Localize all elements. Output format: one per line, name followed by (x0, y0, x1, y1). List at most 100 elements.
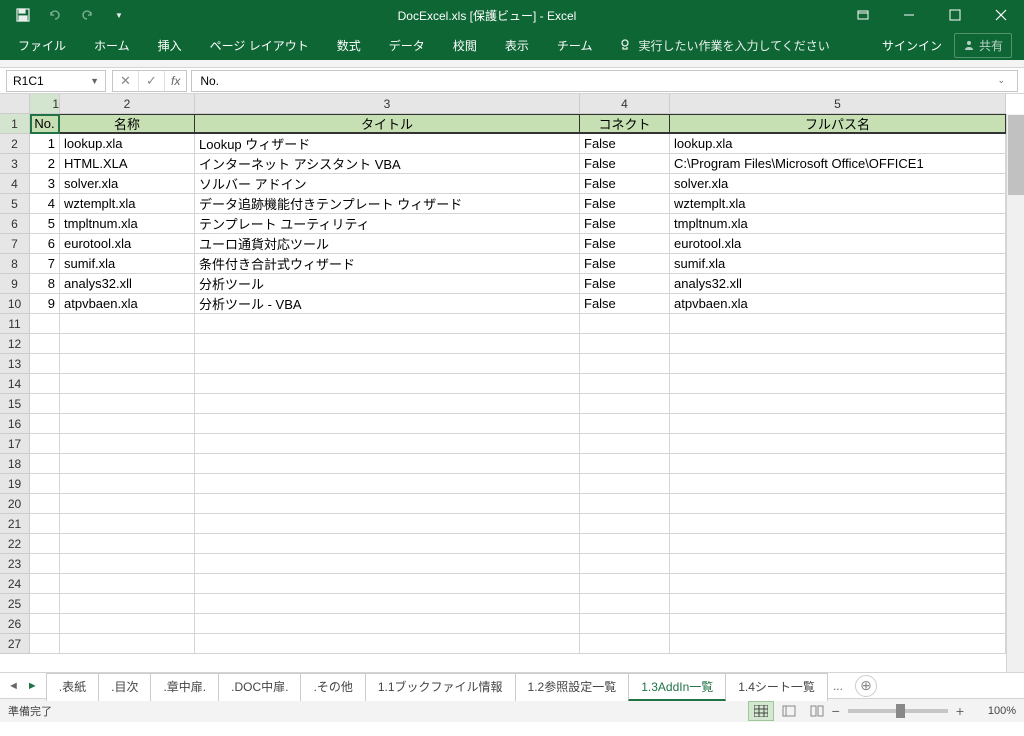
cell[interactable] (195, 534, 580, 553)
sheet-tab[interactable]: 1.1ブックファイル情報 (365, 673, 516, 701)
cell[interactable]: eurotool.xla (670, 234, 1006, 253)
cell[interactable] (60, 494, 195, 513)
cell[interactable]: False (580, 254, 670, 273)
cell[interactable] (580, 394, 670, 413)
cell[interactable] (580, 554, 670, 573)
cell[interactable]: wztemplt.xla (60, 194, 195, 213)
cell[interactable] (670, 434, 1006, 453)
cell[interactable]: インターネット アシスタント VBA (195, 154, 580, 173)
cell[interactable]: HTML.XLA (60, 154, 195, 173)
close-icon[interactable] (978, 0, 1024, 30)
redo-icon[interactable] (72, 1, 102, 29)
col-header[interactable]: 1 (30, 94, 60, 113)
zoom-slider[interactable] (848, 709, 948, 713)
chevron-down-icon[interactable]: ▼ (90, 76, 99, 86)
cell[interactable]: False (580, 134, 670, 153)
cell[interactable] (670, 574, 1006, 593)
cell[interactable]: sumif.xla (670, 254, 1006, 273)
more-sheets[interactable]: ... (827, 679, 849, 693)
sheet-tab[interactable]: 1.2参照設定一覧 (515, 673, 630, 701)
cell[interactable] (60, 514, 195, 533)
cell[interactable] (195, 334, 580, 353)
row-header[interactable]: 13 (0, 354, 29, 374)
cell[interactable] (580, 494, 670, 513)
cell[interactable]: 9 (30, 294, 60, 313)
cell[interactable] (30, 494, 60, 513)
table-header[interactable]: コネクト (580, 115, 670, 133)
save-icon[interactable] (8, 1, 38, 29)
cell[interactable] (60, 574, 195, 593)
cell[interactable]: False (580, 214, 670, 233)
cell[interactable]: 7 (30, 254, 60, 273)
cell[interactable] (195, 454, 580, 473)
tab-formulas[interactable]: 数式 (323, 30, 375, 60)
cell[interactable] (195, 514, 580, 533)
table-header[interactable]: タイトル (195, 115, 580, 133)
cell[interactable] (580, 574, 670, 593)
cell[interactable] (580, 614, 670, 633)
row-header[interactable]: 24 (0, 574, 29, 594)
cell[interactable]: 分析ツール - VBA (195, 294, 580, 313)
sheet-tab[interactable]: .章中扉. (150, 673, 219, 701)
tab-layout[interactable]: ページ レイアウト (196, 30, 323, 60)
cell[interactable]: 2 (30, 154, 60, 173)
row-header[interactable]: 5 (0, 194, 29, 214)
sheet-tab[interactable]: .その他 (300, 673, 365, 701)
cell[interactable] (60, 554, 195, 573)
cell[interactable] (195, 394, 580, 413)
maximize-icon[interactable] (932, 0, 978, 30)
cell[interactable]: 1 (30, 134, 60, 153)
row-header[interactable]: 11 (0, 314, 29, 334)
cell[interactable] (30, 554, 60, 573)
cell[interactable] (580, 514, 670, 533)
sheet-tab[interactable]: .目次 (98, 673, 151, 701)
cancel-formula-icon[interactable]: ✕ (113, 71, 139, 91)
col-header[interactable]: 4 (580, 94, 670, 113)
cell[interactable]: False (580, 154, 670, 173)
cell[interactable] (195, 354, 580, 373)
cell[interactable]: lookup.xla (670, 134, 1006, 153)
cell[interactable] (30, 534, 60, 553)
vertical-scrollbar[interactable] (1006, 114, 1024, 672)
share-button[interactable]: 共有 (954, 33, 1012, 58)
cell[interactable]: 8 (30, 274, 60, 293)
cell[interactable] (670, 514, 1006, 533)
cell[interactable] (60, 354, 195, 373)
minimize-icon[interactable] (886, 0, 932, 30)
row-header[interactable]: 21 (0, 514, 29, 534)
cell[interactable]: 4 (30, 194, 60, 213)
select-all-corner[interactable] (0, 94, 30, 114)
cell[interactable]: eurotool.xla (60, 234, 195, 253)
cell[interactable]: atpvbaen.xla (670, 294, 1006, 313)
row-header[interactable]: 1 (0, 114, 29, 134)
cell[interactable]: solver.xla (60, 174, 195, 193)
cell[interactable] (580, 374, 670, 393)
cell[interactable] (580, 634, 670, 653)
cell[interactable] (580, 334, 670, 353)
fx-icon[interactable]: fx (165, 74, 186, 88)
row-header[interactable]: 9 (0, 274, 29, 294)
cell[interactable] (30, 434, 60, 453)
signin-link[interactable]: サインイン (882, 37, 942, 54)
cell[interactable] (60, 634, 195, 653)
row-header[interactable]: 27 (0, 634, 29, 654)
tab-data[interactable]: データ (375, 30, 439, 60)
cell[interactable]: analys32.xll (670, 274, 1006, 293)
cell[interactable] (60, 614, 195, 633)
tab-home[interactable]: ホーム (80, 30, 144, 60)
row-header[interactable]: 19 (0, 474, 29, 494)
sheet-tab[interactable]: 1.4シート一覧 (725, 673, 828, 701)
cell[interactable] (670, 534, 1006, 553)
cell[interactable] (195, 554, 580, 573)
cell[interactable] (30, 334, 60, 353)
cell[interactable] (670, 334, 1006, 353)
row-header[interactable]: 25 (0, 594, 29, 614)
cell[interactable]: tmpltnum.xla (60, 214, 195, 233)
row-header[interactable]: 26 (0, 614, 29, 634)
cell[interactable] (60, 534, 195, 553)
row-header[interactable]: 22 (0, 534, 29, 554)
row-header[interactable]: 4 (0, 174, 29, 194)
cell[interactable]: Lookup ウィザード (195, 134, 580, 153)
cell[interactable] (580, 434, 670, 453)
row-header[interactable]: 23 (0, 554, 29, 574)
